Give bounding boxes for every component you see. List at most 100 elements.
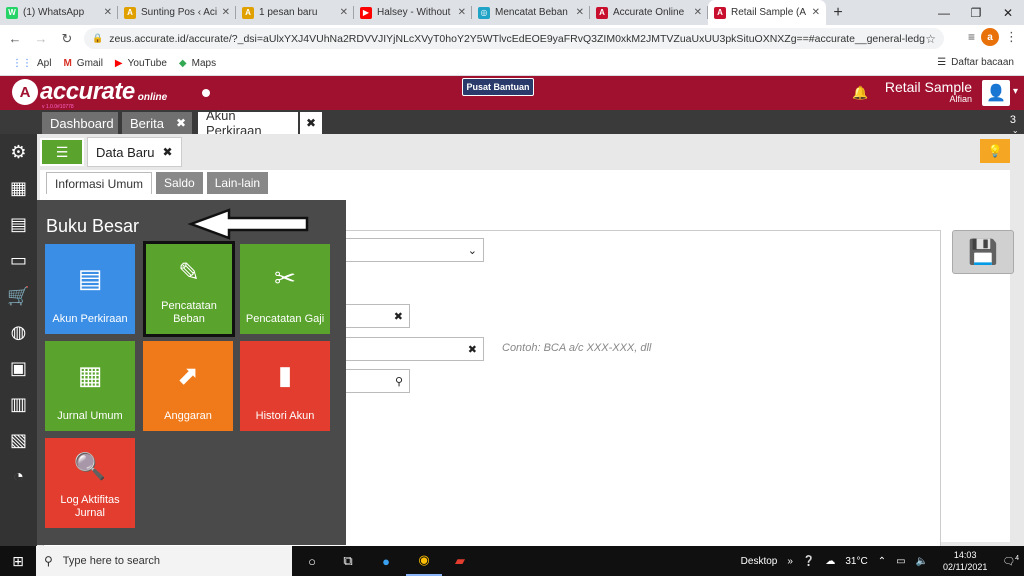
bookmark-star-icon[interactable]: ☆	[925, 32, 936, 46]
clear-icon[interactable]: ✖	[468, 343, 477, 356]
account-name-input[interactable]: ✖	[340, 337, 484, 361]
settings-gear-icon[interactable]: ⚙	[0, 134, 37, 170]
company-info[interactable]: Retail Sample Alfian	[884, 80, 972, 104]
browser-tab-whatsapp[interactable]: W (1) WhatsApp ✕	[0, 0, 118, 25]
shopping-bag-icon[interactable]: ◍	[0, 314, 37, 350]
close-icon[interactable]: ✖	[300, 112, 322, 134]
desktop-label[interactable]: Desktop	[741, 556, 778, 567]
close-icon[interactable]: ✖	[163, 145, 173, 159]
tile-histori-akun[interactable]: ▮ Histori Akun	[240, 341, 330, 431]
bookmark-apps[interactable]: ⋮⋮ Apl	[12, 58, 51, 69]
cart-icon[interactable]: 🛒	[0, 278, 37, 314]
restore-icon[interactable]: ❐	[960, 0, 992, 25]
new-tab-button[interactable]: +	[826, 0, 850, 25]
app-blue-icon[interactable]: ●	[368, 546, 404, 576]
accurate-logo[interactable]: A accurate online v 1.0.0#10778	[12, 79, 167, 110]
assets-icon[interactable]: ▥	[0, 386, 37, 422]
weather-temp[interactable]: 31°C	[845, 556, 867, 567]
wallet-icon[interactable]: ▭	[0, 242, 37, 278]
browser-tab-sunting-pos[interactable]: A Sunting Pos ‹ Aci ✕	[118, 0, 236, 25]
subtab-saldo[interactable]: Saldo	[156, 172, 203, 194]
browser-tab-youtube[interactable]: ▶ Halsey - Without ✕	[354, 0, 472, 25]
chevron-icon[interactable]: »	[787, 556, 793, 567]
volume-icon[interactable]: 🔈	[916, 556, 928, 567]
weather-icon[interactable]: ☁	[825, 556, 835, 567]
network-icon[interactable]: ▭	[896, 556, 905, 567]
cortana-icon[interactable]: ○	[294, 546, 330, 576]
notification-icon[interactable]: 🗨4	[1002, 555, 1019, 567]
close-icon[interactable]: ✕	[104, 7, 112, 18]
tile-pencatatan-beban[interactable]: ✎ Pencatatan Beban	[143, 241, 235, 337]
url-text[interactable]: zeus.accurate.id/accurate/?_dsi=aUlxYXJ4…	[109, 33, 925, 45]
save-button[interactable]: 💾	[952, 230, 1014, 274]
user-icon[interactable]: 👤	[982, 80, 1010, 106]
gmail-icon: M	[63, 58, 72, 69]
close-window-icon[interactable]: ✕	[992, 0, 1024, 25]
tab-berita[interactable]: Berita	[122, 112, 170, 134]
kebab-menu-icon[interactable]: ⋮	[1005, 29, 1018, 45]
bookmark-maps[interactable]: ◆ Maps	[179, 58, 216, 69]
pdf-reader-icon[interactable]: ▰	[442, 546, 478, 576]
tab-count[interactable]: 3 ⌄	[1010, 114, 1019, 135]
lightbulb-icon[interactable]: 💡	[980, 139, 1010, 163]
clear-icon[interactable]: ✖	[394, 310, 403, 323]
tab-akun-perkiraan[interactable]: Akun Perkiraan	[198, 108, 298, 138]
tab-dashboard[interactable]: Dashboard	[42, 112, 118, 134]
address-bar[interactable]: 🔒 zeus.accurate.id/accurate/?_dsi=aUlxYX…	[84, 28, 944, 49]
modules-grid-icon[interactable]: ▦	[0, 170, 37, 206]
forward-icon[interactable]: →	[30, 28, 52, 50]
tax-icon[interactable]: ▧	[0, 422, 37, 458]
search-icon[interactable]: ⚲	[395, 375, 403, 388]
profile-avatar[interactable]: a	[981, 28, 999, 46]
subtab-lain-lain[interactable]: Lain-lain	[206, 172, 269, 194]
browser-tabbar: W (1) WhatsApp ✕ A Sunting Pos ‹ Aci ✕ A…	[0, 0, 1024, 25]
chevron-down-icon[interactable]: ▾	[1013, 86, 1018, 97]
clock[interactable]: 14:03 02/11/2021	[938, 549, 992, 573]
lock-icon[interactable]: 🔒	[92, 33, 103, 44]
task-view-icon[interactable]: ⧉	[330, 546, 366, 576]
tile-anggaran[interactable]: ⬈ Anggaran	[143, 341, 233, 431]
close-icon[interactable]: ✕	[812, 7, 820, 18]
close-icon[interactable]: ✕	[340, 7, 348, 18]
browser-tab-mencatat-beban[interactable]: ◎ Mencatat Beban ✕	[472, 0, 590, 25]
inventory-icon[interactable]: ▣	[0, 350, 37, 386]
browser-tab-retail-sample[interactable]: A Retail Sample (A ✕	[708, 0, 826, 25]
report-pie-icon[interactable]: ◔	[0, 458, 37, 494]
form-subtabs: Informasi Umum Saldo Lain-lain	[46, 172, 272, 194]
bell-icon[interactable]: 🔔	[852, 85, 868, 101]
account-type-select[interactable]: ⌄	[340, 238, 484, 262]
bookmark-youtube[interactable]: ▶ YouTube	[115, 58, 167, 69]
close-icon[interactable]: ✕	[576, 7, 584, 18]
tile-label: Akun Perkiraan	[52, 313, 128, 325]
taskbar-search[interactable]: ⚲ Type here to search	[36, 546, 292, 576]
back-icon[interactable]: ←	[4, 28, 26, 50]
help-icon[interactable]: ❔	[803, 556, 815, 567]
close-icon[interactable]: ✖	[170, 112, 192, 134]
browser-tab-accurate-online[interactable]: A Accurate Online ✕	[590, 0, 708, 25]
close-icon[interactable]: ✕	[222, 7, 230, 18]
bookmark-gmail[interactable]: M Gmail	[63, 58, 102, 69]
close-icon[interactable]: ✕	[458, 7, 466, 18]
ledger-book-icon[interactable]: ▤	[0, 206, 37, 242]
account-code-input[interactable]: ✖	[340, 304, 410, 328]
windows-start-icon[interactable]: ⊞	[0, 546, 36, 576]
chevron-up-icon[interactable]: ⌃	[878, 556, 886, 567]
tile-akun-perkiraan[interactable]: ▤ Akun Perkiraan	[45, 244, 135, 334]
tile-log-aktifitas-jurnal[interactable]: 🔍 Log Aktifitas Jurnal	[45, 438, 135, 528]
tile-jurnal-umum[interactable]: ▦ Jurnal Umum	[45, 341, 135, 431]
reading-list[interactable]: ☰ Daftar bacaan	[937, 57, 1014, 68]
reload-icon[interactable]: ↻	[56, 28, 78, 50]
tab-data-baru[interactable]: Data Baru ✖	[87, 137, 182, 167]
help-center-button[interactable]: Pusat Bantuan	[462, 78, 534, 96]
minimize-icon[interactable]: —	[928, 0, 960, 25]
close-icon[interactable]: ✕	[694, 7, 702, 18]
browser-tab-pesan-baru[interactable]: A 1 pesan baru ✕	[236, 0, 354, 25]
subtab-informasi-umum[interactable]: Informasi Umum	[46, 172, 153, 194]
list-view-button[interactable]: ☰	[40, 138, 84, 166]
whatsapp-icon: W	[6, 6, 18, 19]
tile-pencatatan-gaji[interactable]: ✂ Pencatatan Gaji	[240, 244, 330, 334]
budget-chart-icon: ⬈	[177, 360, 199, 390]
chrome-icon[interactable]: ◉	[406, 546, 442, 576]
parent-account-search[interactable]: ⚲	[340, 369, 410, 393]
reading-mode-icon[interactable]: ≡	[968, 30, 975, 44]
